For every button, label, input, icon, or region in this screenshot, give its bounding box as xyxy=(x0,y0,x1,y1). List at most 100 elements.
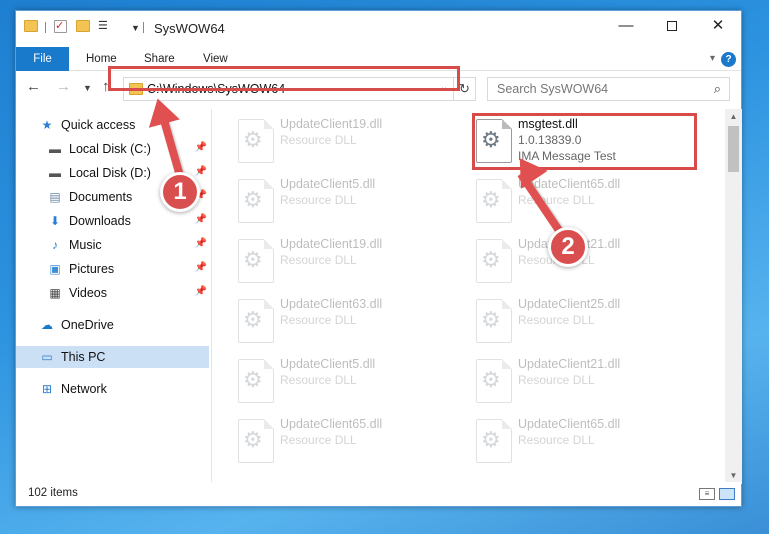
pictures-icon: ▣ xyxy=(49,262,61,276)
address-highlight-box xyxy=(108,66,460,91)
file-name: UpdateClient63.dll xyxy=(280,297,383,311)
pin-icon[interactable]: 📌 xyxy=(195,214,207,225)
divider xyxy=(45,22,46,33)
search-input[interactable]: Search SysWOW64 ⌕ xyxy=(487,77,730,101)
videos-icon: ▦ xyxy=(49,286,61,300)
file-name: UpdateClient5.dll xyxy=(280,177,376,191)
pin-icon[interactable]: 📌 xyxy=(195,286,207,297)
properties-check-icon[interactable]: ✓ xyxy=(54,20,67,33)
step-badge-1: 1 xyxy=(160,172,200,212)
scroll-up-icon[interactable]: ▲ xyxy=(725,109,742,125)
dll-file-icon: ⚙ xyxy=(238,239,274,283)
list-item[interactable]: ⚙ UpdateClient5.dll Resource DLL xyxy=(230,173,462,229)
dll-file-icon: ⚙ xyxy=(476,419,512,463)
scroll-thumb[interactable] xyxy=(728,126,739,172)
list-item[interactable]: ⚙ UpdateClient19.dll Resource DLL xyxy=(230,113,462,169)
sidebar-item-local-disk-c[interactable]: ▬ Local Disk (C:) 📌 xyxy=(16,138,209,160)
documents-icon: ▤ xyxy=(49,190,61,204)
dll-file-icon: ⚙ xyxy=(476,179,512,223)
maximize-button[interactable] xyxy=(649,11,695,41)
drive-icon: ▬ xyxy=(49,142,61,156)
tab-file[interactable]: File xyxy=(16,47,69,71)
file-type: Resource DLL xyxy=(280,133,357,147)
list-item[interactable]: ⚙ UpdateClient21.dll Resource DLL xyxy=(468,353,700,409)
status-bar: 102 items ≡ xyxy=(16,482,741,506)
sidebar-item-label: This PC xyxy=(61,350,106,364)
tiles-view-icon[interactable] xyxy=(719,488,735,500)
list-item[interactable]: ⚙ UpdateClient19.dll Resource DLL xyxy=(230,233,462,289)
pin-icon[interactable]: 📌 xyxy=(195,166,207,177)
sidebar-item-label: Documents xyxy=(69,190,133,204)
list-item[interactable]: ⚙ UpdateClient65.dll Resource DLL xyxy=(230,413,462,469)
music-icon: ♪ xyxy=(52,238,58,252)
computer-icon: ▭ xyxy=(41,350,53,364)
sidebar-item-this-pc[interactable]: ▭ This PC xyxy=(16,346,209,368)
window-title: SysWOW64 xyxy=(154,21,225,36)
dll-file-icon: ⚙ xyxy=(238,299,274,343)
file-name: UpdateClient19.dll xyxy=(280,237,383,251)
file-name: UpdateClient65.dll xyxy=(280,417,383,431)
sidebar-item-label: Music xyxy=(69,238,102,252)
list-item[interactable]: ⚙ UpdateClient63.dll Resource DLL xyxy=(230,293,462,349)
file-type: Resource DLL xyxy=(280,433,357,447)
sidebar-item-music[interactable]: ♪ Music 📌 xyxy=(16,234,209,256)
file-name: UpdateClient25.dll xyxy=(518,297,621,311)
drive-icon: ▬ xyxy=(49,166,61,180)
dll-file-icon: ⚙ xyxy=(238,419,274,463)
recent-chevron-icon[interactable]: ▼ xyxy=(83,83,92,93)
sidebar-item-onedrive[interactable]: ☁ OneDrive xyxy=(16,314,209,336)
sidebar-item-label: Downloads xyxy=(69,214,131,228)
search-icon[interactable]: ⌕ xyxy=(714,81,721,97)
dll-file-icon: ⚙ xyxy=(476,239,512,283)
list-item[interactable]: ⚙ UpdateClient25.dll Resource DLL xyxy=(468,293,700,349)
sidebar-item-label: Pictures xyxy=(69,262,115,276)
maximize-icon xyxy=(667,21,677,32)
back-arrow-icon[interactable]: ← xyxy=(26,78,41,95)
search-placeholder: Search SysWOW64 xyxy=(497,82,609,96)
chevron-down-icon[interactable]: ▼ xyxy=(131,20,140,36)
file-type: Resource DLL xyxy=(280,193,357,207)
sidebar-item-network[interactable]: ⊞ Network xyxy=(16,378,209,400)
file-name: UpdateClient5.dll xyxy=(280,357,376,371)
download-icon: ⬇ xyxy=(49,214,61,228)
new-folder-icon[interactable] xyxy=(76,20,90,32)
sidebar-item-videos[interactable]: ▦ Videos 📌 xyxy=(16,282,209,304)
star-icon: ★ xyxy=(41,118,53,132)
folder-icon xyxy=(24,20,38,32)
sidebar-item-label: OneDrive xyxy=(61,318,114,332)
sidebar-item-quick-access[interactable]: ★ Quick access xyxy=(16,114,209,136)
step-badge-2: 2 xyxy=(548,227,588,267)
list-item[interactable]: ⚙ UpdateClient5.dll Resource DLL xyxy=(230,353,462,409)
customize-icon[interactable]: ☰ xyxy=(98,20,114,32)
pin-icon[interactable]: 📌 xyxy=(195,142,207,153)
dll-file-icon: ⚙ xyxy=(476,299,512,343)
item-count: 102 items xyxy=(28,487,78,499)
pin-icon[interactable]: 📌 xyxy=(195,262,207,273)
dll-file-icon: ⚙ xyxy=(238,179,274,223)
expand-ribbon-chevron-icon[interactable]: ▾ xyxy=(710,53,715,64)
list-item[interactable]: ⚙ UpdateClient65.dll Resource DLL xyxy=(468,413,700,469)
sidebar-item-label: Network xyxy=(61,382,107,396)
vertical-scrollbar[interactable]: ▲ ▼ xyxy=(725,109,742,484)
details-view-icon[interactable]: ≡ xyxy=(699,488,715,500)
pin-icon[interactable]: 📌 xyxy=(195,238,207,249)
file-type: Resource DLL xyxy=(518,373,595,387)
network-icon: ⊞ xyxy=(41,382,53,396)
list-item[interactable]: ⚙ UpdateClient65.dll Resource DLL xyxy=(468,173,700,229)
dll-file-icon: ⚙ xyxy=(238,119,274,163)
sidebar-item-label: Videos xyxy=(69,286,107,300)
minimize-button[interactable]: — xyxy=(603,11,649,41)
dll-file-icon: ⚙ xyxy=(238,359,274,403)
forward-arrow-icon[interactable]: → xyxy=(56,78,71,95)
sidebar-item-pictures[interactable]: ▣ Pictures 📌 xyxy=(16,258,209,280)
sidebar-item-label: Local Disk (C:) xyxy=(69,142,151,156)
file-highlight-box xyxy=(472,113,697,170)
file-type: Resource DLL xyxy=(280,313,357,327)
file-name: UpdateClient19.dll xyxy=(280,117,383,131)
help-icon[interactable]: ? xyxy=(721,52,736,67)
file-name: UpdateClient21.dll xyxy=(518,357,621,371)
file-name: UpdateClient65.dll xyxy=(518,417,621,431)
sidebar-item-downloads[interactable]: ⬇ Downloads 📌 xyxy=(16,210,209,232)
close-button[interactable]: ✕ xyxy=(695,11,741,41)
divider xyxy=(143,22,144,33)
